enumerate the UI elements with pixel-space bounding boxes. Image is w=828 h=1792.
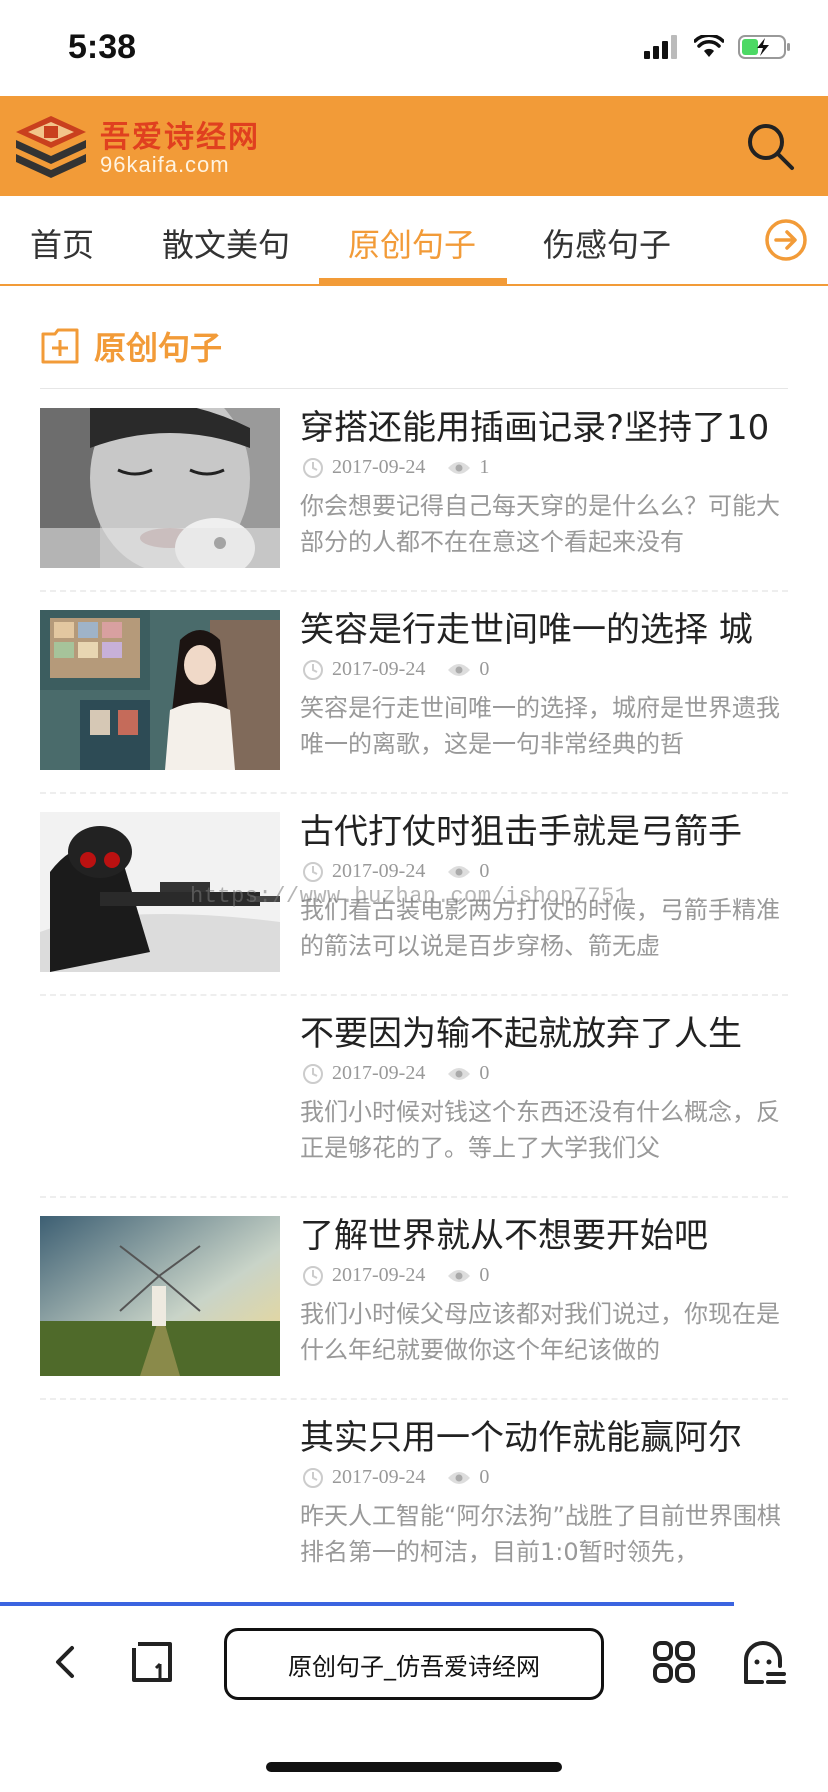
- ghost-menu-icon[interactable]: [740, 1640, 786, 1686]
- article-views: 0: [479, 1466, 490, 1488]
- clock-icon: [303, 659, 323, 680]
- eye-icon: [448, 461, 471, 474]
- nav-active-underline: [319, 278, 507, 284]
- tabs-icon[interactable]: [130, 1640, 174, 1684]
- article-summary: 我们小时候对钱这个东西还没有什么概念，反正是够花的了。等上了大学我们父: [300, 1098, 780, 1162]
- watermark: https://www.huzhan.com/ishop7751: [190, 884, 629, 909]
- apps-grid-icon[interactable]: [652, 1640, 696, 1684]
- eye-icon: [448, 1471, 471, 1484]
- article-summary: 你会想要记得自己每天穿的是什么么？可能大部分的人都不在在意这个看起来没有: [300, 492, 780, 556]
- section-title: 原创句子: [94, 329, 223, 367]
- article-meta: 2017-09-24 0: [302, 1062, 489, 1085]
- wifi-icon: [694, 35, 724, 57]
- clock-icon: [303, 1467, 323, 1488]
- article-summary: 昨天人工智能“阿尔法狗”战胜了目前世界围棋排名第一的柯洁，目前1:0暂时领先，: [300, 1502, 781, 1566]
- article-thumbnail[interactable]: [40, 1216, 280, 1376]
- article-date: 2017-09-24: [332, 1062, 426, 1084]
- article-title[interactable]: 穿搭还能用插画记录?坚持了10: [300, 400, 790, 449]
- article-meta: 2017-09-24 0: [302, 1466, 489, 1489]
- article-item[interactable]: 了解世界就从不想要开始吧 2017-09-24 0 我们小时候父母应该都对我们说…: [40, 1198, 788, 1400]
- logo-text: 吾爱诗经网: [100, 120, 260, 155]
- article-item[interactable]: 其实只用一个动作就能赢阿尔 2017-09-24 0 昨天人工智能“阿尔法狗”战…: [40, 1400, 788, 1602]
- article-title[interactable]: 其实只用一个动作就能赢阿尔: [300, 1410, 790, 1459]
- article-date: 2017-09-24: [332, 1466, 426, 1488]
- article-views: 0: [479, 1062, 490, 1084]
- status-icons: [644, 34, 792, 60]
- article-meta: 2017-09-24 0: [302, 658, 489, 681]
- article-summary: 笑容是行走世间唯一的选择，城府是世界遗我唯一的离歌，这是一句非常经典的哲: [300, 694, 780, 758]
- folder-plus-icon: [41, 328, 79, 364]
- article-meta: 2017-09-24 1: [302, 456, 489, 479]
- nav-item-original[interactable]: 原创句子: [348, 220, 476, 266]
- article-meta: 2017-09-24 0: [302, 860, 489, 883]
- logo-subtitle: 96kaifa.com: [100, 152, 230, 177]
- article-views: 1: [479, 456, 490, 478]
- search-icon[interactable]: [742, 118, 798, 174]
- section-divider: [40, 388, 788, 389]
- battery-icon: [738, 35, 790, 59]
- article-thumbnail[interactable]: [40, 408, 280, 568]
- article-meta: 2017-09-24 0: [302, 1264, 489, 1287]
- article-summary: 我们小时候父母应该都对我们说过，你现在是什么年纪就要做你这个年纪该做的: [300, 1300, 780, 1364]
- site-header: 吾爱诗经网 96kaifa.com: [0, 96, 828, 196]
- home-indicator[interactable]: [266, 1762, 562, 1772]
- category-nav: 首页 散文美句 原创句子 伤感句子 [: [0, 196, 828, 286]
- nav-item-sad[interactable]: 伤感句子: [543, 220, 671, 266]
- clock-icon: [303, 861, 323, 882]
- article-date: 2017-09-24: [332, 658, 426, 680]
- article-title[interactable]: 笑容是行走世间唯一的选择 城: [300, 602, 790, 651]
- article-date: 2017-09-24: [332, 456, 426, 478]
- article-item[interactable]: 穿搭还能用插画记录?坚持了10 2017-09-24 1 你会想要记得自己每天穿…: [40, 390, 788, 592]
- eye-icon: [448, 663, 471, 676]
- logo-icon[interactable]: [12, 110, 90, 182]
- eye-icon: [448, 1269, 471, 1282]
- address-bar[interactable]: 原创句子_仿吾爱诗经网: [224, 1628, 604, 1700]
- article-title[interactable]: 不要因为输不起就放弃了人生: [300, 1006, 790, 1055]
- article-title[interactable]: 古代打仗时狙击手就是弓箭手: [300, 804, 790, 853]
- status-bar: 5:38: [0, 0, 828, 96]
- article-title[interactable]: 了解世界就从不想要开始吧: [300, 1208, 790, 1257]
- article-date: 2017-09-24: [332, 860, 426, 882]
- article-thumbnail[interactable]: [40, 610, 280, 770]
- article-date: 2017-09-24: [332, 1264, 426, 1286]
- article-item[interactable]: 笑容是行走世间唯一的选择 城 2017-09-24 0 笑容是行走世间唯一的选择…: [40, 592, 788, 794]
- status-time: 5:38: [68, 28, 137, 66]
- nav-item-home[interactable]: 首页: [30, 220, 94, 266]
- article-views: 0: [479, 860, 490, 882]
- nav-item-prose[interactable]: 散文美句: [162, 220, 290, 266]
- eye-icon: [448, 865, 471, 878]
- eye-icon: [448, 1067, 471, 1080]
- signal-icon: [644, 35, 677, 59]
- arrow-right-circle-icon[interactable]: [764, 218, 808, 262]
- clock-icon: [303, 457, 323, 478]
- section-heading: 原创句子: [40, 324, 222, 368]
- clock-icon: [303, 1265, 323, 1286]
- article-item[interactable]: 不要因为输不起就放弃了人生 2017-09-24 0 我们小时候对钱这个东西还没…: [40, 996, 788, 1198]
- article-views: 0: [479, 658, 490, 680]
- article-views: 0: [479, 1264, 490, 1286]
- back-icon[interactable]: [50, 1640, 80, 1684]
- clock-icon: [303, 1063, 323, 1084]
